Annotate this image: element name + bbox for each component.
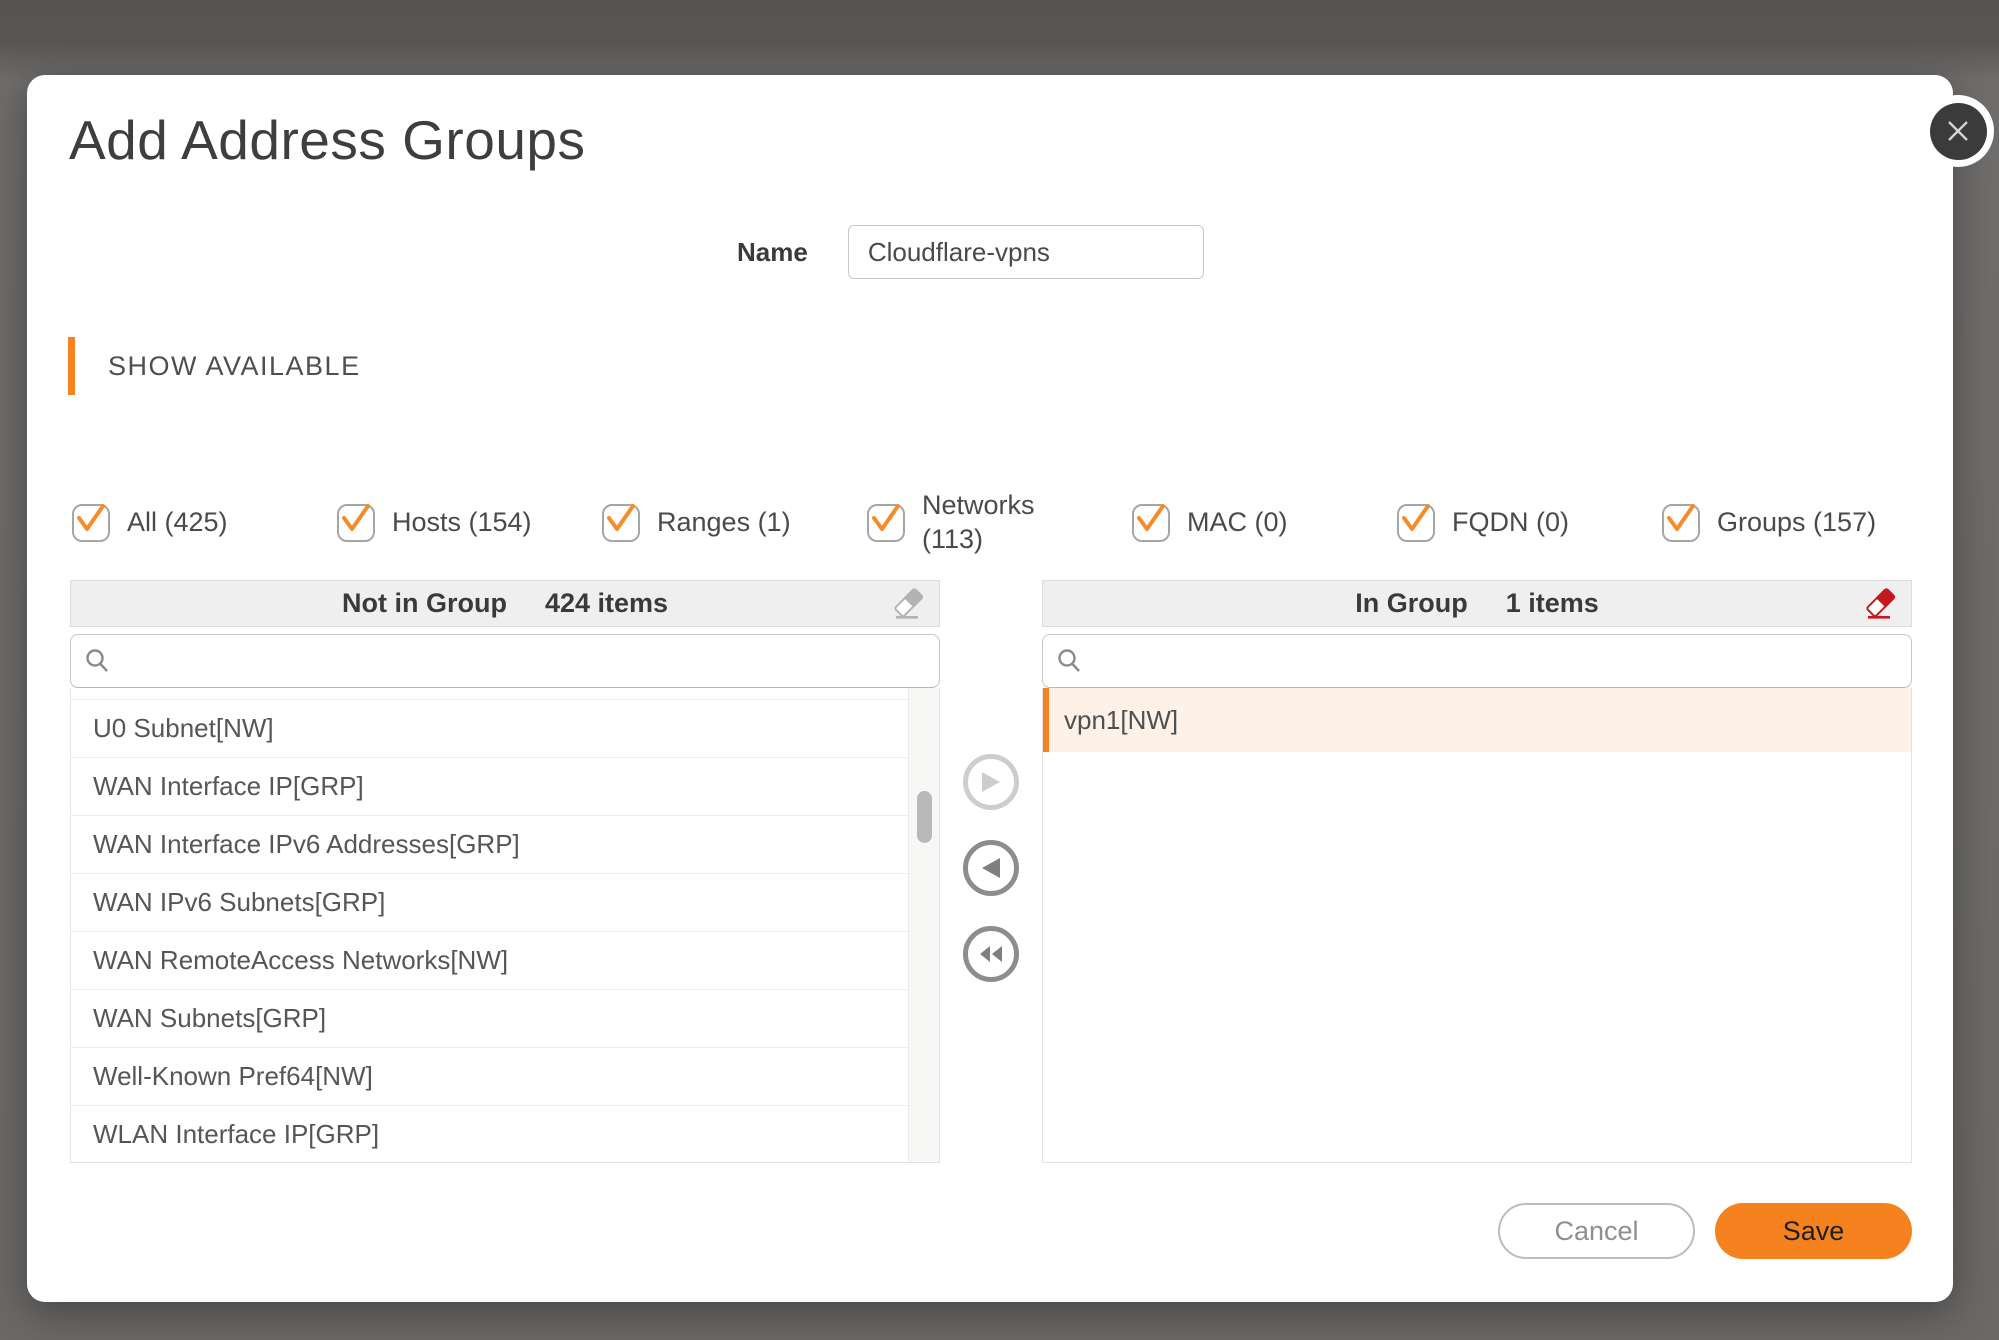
filter-mac: MAC (0) bbox=[1132, 504, 1397, 542]
checkbox-fqdn[interactable] bbox=[1397, 504, 1435, 542]
not-in-group-count: 424 items bbox=[545, 588, 668, 619]
double-arrow-left-icon bbox=[978, 944, 1004, 964]
arrow-right-icon bbox=[980, 770, 1002, 794]
filter-label: MAC (0) bbox=[1187, 506, 1288, 540]
show-available-section: SHOW AVAILABLE bbox=[68, 337, 361, 395]
in-group-panel: In Group 1 items bbox=[1042, 580, 1912, 1163]
checkbox-networks[interactable] bbox=[867, 504, 905, 542]
list-item[interactable]: WAN Interface IPv6 Addresses[GRP] bbox=[71, 816, 939, 874]
not-in-group-header: Not in Group 424 items bbox=[70, 580, 940, 627]
section-label: SHOW AVAILABLE bbox=[108, 337, 361, 395]
eraser-icon bbox=[891, 587, 925, 623]
not-in-group-title: Not in Group bbox=[342, 588, 507, 619]
filter-fqdn: FQDN (0) bbox=[1397, 504, 1662, 542]
name-input[interactable] bbox=[848, 225, 1204, 279]
in-group-search-input[interactable] bbox=[1094, 635, 1898, 687]
save-button[interactable]: Save bbox=[1715, 1203, 1912, 1259]
checkbox-mac[interactable] bbox=[1132, 504, 1170, 542]
move-left-button[interactable] bbox=[963, 840, 1019, 896]
filter-ranges: Ranges (1) bbox=[602, 504, 867, 542]
not-in-group-list: U0 Subnet[NW] WAN Interface IP[GRP] WAN … bbox=[70, 688, 940, 1163]
not-in-group-search bbox=[70, 634, 940, 688]
filter-label: All (425) bbox=[127, 506, 228, 540]
list-item-partial bbox=[71, 688, 939, 700]
move-right-button[interactable] bbox=[963, 754, 1019, 810]
list-item[interactable]: WAN IPv6 Subnets[GRP] bbox=[71, 874, 939, 932]
filter-hosts: Hosts (154) bbox=[337, 504, 602, 542]
list-item[interactable]: WLAN Interface IP[GRP] bbox=[71, 1106, 939, 1163]
search-icon bbox=[1056, 647, 1084, 675]
list-item[interactable]: WAN Subnets[GRP] bbox=[71, 990, 939, 1048]
close-button-ring bbox=[1922, 95, 1994, 167]
close-icon bbox=[1943, 116, 1973, 146]
filter-label: FQDN (0) bbox=[1452, 506, 1569, 540]
name-field-row: Name bbox=[737, 225, 1204, 279]
eraser-red-icon bbox=[1863, 587, 1897, 623]
scrollbar-track bbox=[908, 688, 939, 1162]
close-button[interactable] bbox=[1930, 103, 1987, 160]
checkbox-groups[interactable] bbox=[1662, 504, 1700, 542]
clear-selection-button[interactable] bbox=[889, 585, 927, 625]
list-item[interactable]: WAN RemoteAccess Networks[NW] bbox=[71, 932, 939, 990]
not-in-group-panel: Not in Group 424 items bbox=[70, 580, 940, 1163]
section-accent-bar bbox=[68, 337, 75, 395]
in-group-list: vpn1[NW] bbox=[1042, 688, 1912, 1163]
filter-groups: Groups (157) bbox=[1662, 504, 1927, 542]
checkbox-ranges[interactable] bbox=[602, 504, 640, 542]
clear-group-button[interactable] bbox=[1861, 585, 1899, 625]
filter-label: Networks (113) bbox=[922, 489, 1038, 557]
add-address-groups-modal: Add Address Groups Name SHOW AVAILABLE A… bbox=[27, 75, 1953, 1302]
page-overlay: Add Address Groups Name SHOW AVAILABLE A… bbox=[0, 0, 1999, 1340]
list-item[interactable]: Well-Known Pref64[NW] bbox=[71, 1048, 939, 1106]
filter-checkbox-row: All (425) Hosts (154) Ranges (1) Network… bbox=[72, 470, 1927, 575]
name-label: Name bbox=[737, 237, 808, 268]
not-in-group-search-input[interactable] bbox=[122, 635, 926, 687]
filter-label: Hosts (154) bbox=[392, 506, 532, 540]
filter-label: Ranges (1) bbox=[657, 506, 791, 540]
checkbox-all[interactable] bbox=[72, 504, 110, 542]
list-item[interactable]: U0 Subnet[NW] bbox=[71, 700, 939, 758]
search-icon bbox=[84, 647, 112, 675]
list-item[interactable]: WAN Interface IP[GRP] bbox=[71, 758, 939, 816]
page-title: Add Address Groups bbox=[69, 108, 586, 172]
arrow-left-icon bbox=[980, 856, 1002, 880]
move-all-left-button[interactable] bbox=[963, 926, 1019, 982]
cancel-button[interactable]: Cancel bbox=[1498, 1203, 1695, 1259]
scrollbar-thumb[interactable] bbox=[917, 791, 932, 843]
filter-networks: Networks (113) bbox=[867, 489, 1132, 557]
filter-all: All (425) bbox=[72, 504, 337, 542]
selected-list-item[interactable]: vpn1[NW] bbox=[1043, 688, 1911, 752]
in-group-title: In Group bbox=[1355, 588, 1467, 619]
checkbox-hosts[interactable] bbox=[337, 504, 375, 542]
filter-label: Groups (157) bbox=[1717, 506, 1876, 540]
in-group-count: 1 items bbox=[1506, 588, 1599, 619]
in-group-header: In Group 1 items bbox=[1042, 580, 1912, 627]
in-group-search bbox=[1042, 634, 1912, 688]
